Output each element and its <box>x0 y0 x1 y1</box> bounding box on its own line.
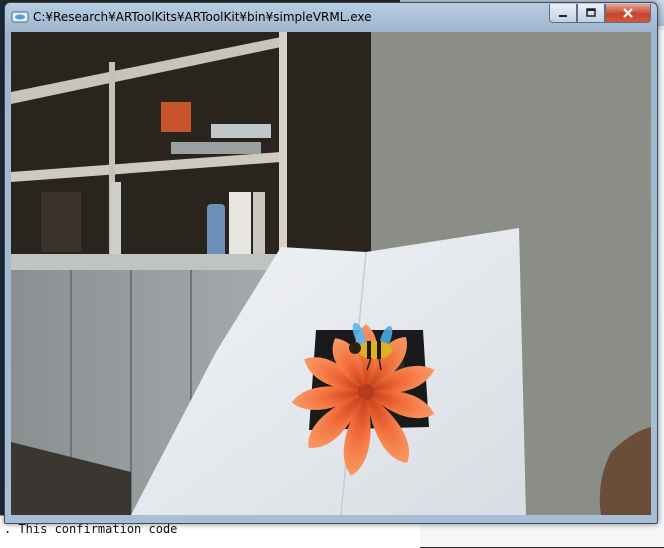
shelf-side <box>279 32 287 267</box>
maximize-button[interactable] <box>577 4 605 23</box>
window-title: C:¥Research¥ARToolKits¥ARToolKit¥bin¥sim… <box>33 10 372 24</box>
binder-2 <box>253 192 265 264</box>
close-icon <box>623 8 633 18</box>
bee-head <box>349 342 361 354</box>
binder <box>229 192 251 264</box>
ar-scene <box>11 32 651 515</box>
minimize-icon <box>559 15 567 17</box>
shelf-box <box>161 102 191 132</box>
simplevrml-window[interactable]: C:¥Research¥ARToolKits¥ARToolKit¥bin¥sim… <box>4 2 658 524</box>
maximize-icon <box>586 8 596 17</box>
flower-center <box>358 384 374 400</box>
shelf-papers <box>211 124 271 138</box>
bee-body <box>358 341 392 359</box>
close-button[interactable] <box>605 4 651 23</box>
minimize-button[interactable] <box>549 4 577 23</box>
caption-buttons <box>549 4 651 24</box>
app-icon <box>11 11 29 23</box>
cabinet-top <box>11 254 281 270</box>
console-output: . This confirmation code <box>4 522 178 536</box>
camera-viewport[interactable] <box>11 32 651 515</box>
shelf-item-left <box>41 192 81 252</box>
shelf-books <box>171 142 261 154</box>
bee-stripe <box>377 341 381 359</box>
window-titlebar[interactable]: C:¥Research¥ARToolKits¥ARToolKit¥bin¥sim… <box>5 3 657 31</box>
bee-stripe <box>367 341 371 359</box>
